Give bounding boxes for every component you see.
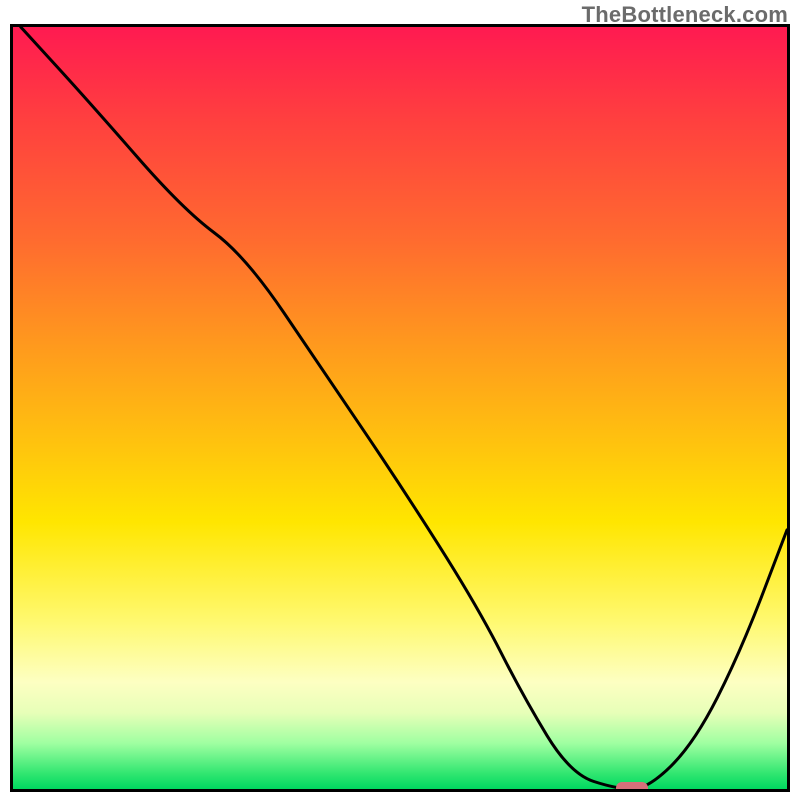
- chart-curve: [13, 27, 787, 789]
- chart-marker: [616, 782, 648, 792]
- chart-frame: [10, 24, 790, 792]
